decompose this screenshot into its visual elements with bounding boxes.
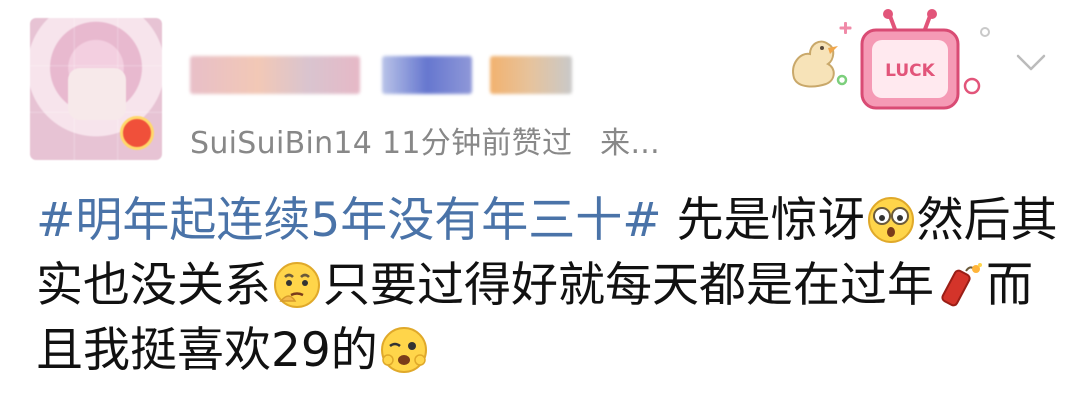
firecracker-icon (941, 263, 982, 307)
avatar-badge-icon (120, 116, 154, 150)
post-line-3: 且我挺喜欢29的 (36, 318, 1056, 383)
username-blur-block (490, 56, 572, 94)
sparkle-icon (839, 22, 852, 34)
post-text: 先是惊讶 (676, 193, 865, 248)
duck-sticker-icon (792, 40, 838, 88)
wink-emoji-icon (380, 327, 427, 373)
luck-badge-text: LUCK (885, 61, 936, 81)
post-line-1: #明年起连续5年没有年三十# 先是惊讶 然后其 (36, 188, 1058, 253)
username-blur-block (190, 56, 360, 94)
source-truncated: 来... (600, 126, 660, 161)
avatar-face-blur (68, 68, 126, 120)
chevron-down-icon[interactable] (1016, 54, 1046, 72)
post-text: 实也没关系 (36, 258, 271, 313)
username-obscured[interactable] (190, 56, 590, 96)
post-body: #明年起连续5年没有年三十# 先是惊讶 然后其 实也没关系 只要过得好就每天都是在过… (36, 188, 1058, 383)
dot-icon (980, 27, 990, 37)
user-avatar[interactable] (30, 18, 162, 160)
surprised-emoji-icon (867, 197, 914, 243)
post-text: 只要过得好就每天都是在过年 (323, 258, 934, 313)
liked-time: 11分钟前赞过 (382, 126, 573, 161)
post-text: 且我挺喜欢29的 (36, 323, 378, 378)
luck-tv-sticker-icon: LUCK (860, 9, 981, 110)
post-text: 然后其 (916, 193, 1058, 248)
post-text: 而 (986, 258, 1033, 313)
hashtag-link[interactable]: #明年起连续5年没有年三十# (36, 193, 662, 248)
username-blur-block (382, 56, 472, 94)
post-line-2: 实也没关系 只要过得好就每天都是在过年而 (36, 253, 1056, 318)
dot-icon (836, 74, 848, 86)
thinking-emoji-icon (274, 262, 320, 308)
user-handle[interactable]: SuiSuiBin14 (190, 126, 372, 161)
post-meta: SuiSuiBin14 11分钟前赞过 来... (190, 118, 660, 162)
luck-decoration: LUCK (792, 9, 990, 110)
